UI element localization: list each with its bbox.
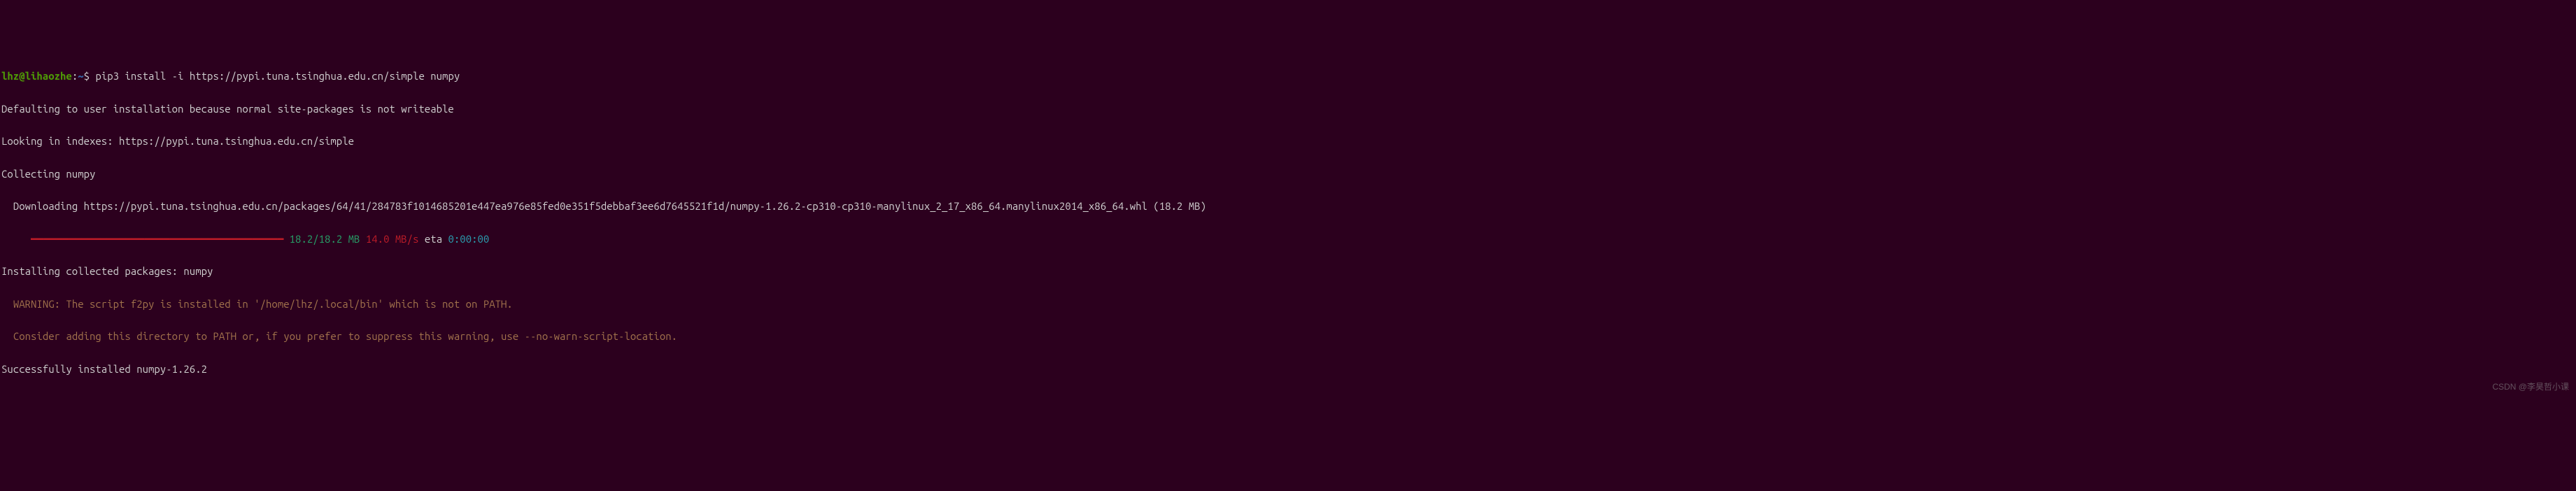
command-text[interactable]: pip3 install -i https://pypi.tuna.tsingh… bbox=[95, 70, 460, 82]
progress-eta-label: eta bbox=[425, 233, 442, 245]
prompt-path: ~ bbox=[78, 70, 83, 82]
output-warning-1: WARNING: The script f2py is installed in… bbox=[1, 296, 2575, 312]
prompt-host: lihaozhe bbox=[25, 70, 72, 82]
output-success: Successfully installed numpy-1.26.2 bbox=[1, 361, 2575, 377]
prompt-user: lhz bbox=[1, 70, 19, 82]
output-indexes: Looking in indexes: https://pypi.tuna.ts… bbox=[1, 133, 2575, 149]
progress-indent bbox=[1, 233, 31, 245]
output-warning-2: Consider adding this directory to PATH o… bbox=[1, 328, 2575, 344]
progress-size: 18.2/18.2 MB bbox=[290, 233, 360, 245]
output-installing: Installing collected packages: numpy bbox=[1, 263, 2575, 279]
output-downloading: Downloading https://pypi.tuna.tsinghua.e… bbox=[1, 198, 2575, 214]
progress-bar: ━━━━━━━━━━━━━━━━━━━━━━━━━━━━━━━━━━━━━━━━ bbox=[31, 233, 283, 245]
progress-rate: 14.0 MB/s bbox=[366, 233, 419, 245]
output-defaulting: Defaulting to user installation because … bbox=[1, 101, 2575, 117]
prompt-dollar: $ bbox=[84, 70, 96, 82]
watermark: CSDN @李昊哲小课 bbox=[2492, 380, 2569, 394]
progress-eta-time: 0:00:00 bbox=[448, 233, 490, 245]
output-collecting: Collecting numpy bbox=[1, 166, 2575, 182]
prompt-line: lhz@lihaozhe:~$ pip3 install -i https://… bbox=[1, 68, 2575, 84]
progress-line: ━━━━━━━━━━━━━━━━━━━━━━━━━━━━━━━━━━━━━━━━… bbox=[1, 231, 2575, 247]
prompt-at: @ bbox=[19, 70, 24, 82]
prompt-colon: : bbox=[72, 70, 78, 82]
